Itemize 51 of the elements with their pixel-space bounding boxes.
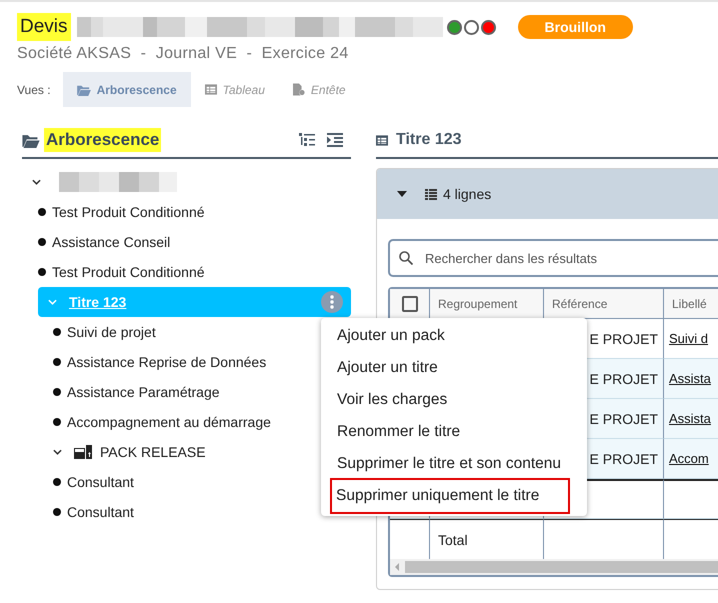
tree-item[interactable]: Assistance Reprise de Données	[22, 347, 274, 377]
table-cell: E PROJET	[590, 450, 658, 466]
tree-item[interactable]: Suivi de projet	[22, 317, 164, 347]
menu-item[interactable]: Ajouter un pack	[323, 320, 585, 352]
row-count: 4 lignes	[443, 186, 492, 202]
table-icon	[204, 84, 217, 95]
menu-item[interactable]: Ajouter un titre	[323, 352, 585, 384]
column-header: Libellé	[664, 289, 718, 319]
table-cell: E PROJET	[590, 410, 658, 426]
search-input[interactable]: Rechercher dans les résultats	[423, 250, 718, 266]
status-badge: Brouillon	[518, 15, 633, 39]
table-cell: E PROJET	[590, 370, 658, 386]
table-link[interactable]: Assista	[669, 411, 711, 426]
menu-item[interactable]: Renommer le titre	[323, 416, 585, 448]
table-link[interactable]: Assista	[669, 371, 711, 386]
tree-item[interactable]: Test Produit Conditionné	[22, 197, 213, 227]
document-icon	[292, 83, 305, 96]
subtitle: Société AKSAS - Journal VE - Exercice 24	[17, 45, 350, 63]
column-header: Regroupement	[430, 289, 544, 319]
search-field[interactable]: Rechercher dans les résultats	[388, 239, 718, 277]
views-label: Vues :	[17, 82, 51, 96]
search-icon	[399, 251, 413, 265]
tree-item[interactable]: Assistance Paramétrage	[22, 377, 228, 407]
package-icon	[74, 445, 92, 459]
indent-icon	[327, 133, 343, 147]
total-label: Total	[438, 532, 468, 548]
list-tree-icon	[299, 133, 315, 147]
table-link[interactable]: Suivi d	[669, 331, 708, 346]
menu-item[interactable]: Supprimer le titre et son contenu	[323, 448, 585, 480]
table-cell: E PROJET	[590, 330, 658, 346]
tree-item[interactable]: Assistance Conseil	[22, 227, 178, 257]
menu-item[interactable]: Voir les charges	[323, 384, 585, 416]
menu-item[interactable]: Supprimer uniquement le titre	[332, 480, 568, 512]
table-link[interactable]: Accom	[669, 451, 709, 466]
panel-title: Arborescence	[44, 128, 162, 152]
tree-item[interactable]: Accompagnement au démarrage	[22, 407, 279, 437]
document-title: Devis	[17, 13, 71, 41]
tree-item[interactable]: Consultant	[22, 467, 142, 497]
folder-icon	[76, 84, 91, 96]
caret-down-icon	[397, 191, 407, 197]
list-icon	[425, 188, 437, 200]
more-options-icon	[321, 291, 343, 313]
column-header: Référence	[544, 289, 664, 319]
table-icon	[376, 134, 388, 146]
tree-item[interactable]: Consultant	[22, 497, 142, 527]
panel-title: Titre 123	[396, 131, 462, 149]
checkbox[interactable]	[402, 296, 418, 312]
horizontal-scrollbar[interactable]	[390, 559, 718, 575]
folder-icon	[22, 132, 40, 148]
tree-item[interactable]: PACK RELEASE	[22, 437, 214, 467]
tree-item[interactable]: Test Produit Conditionné	[22, 257, 213, 287]
